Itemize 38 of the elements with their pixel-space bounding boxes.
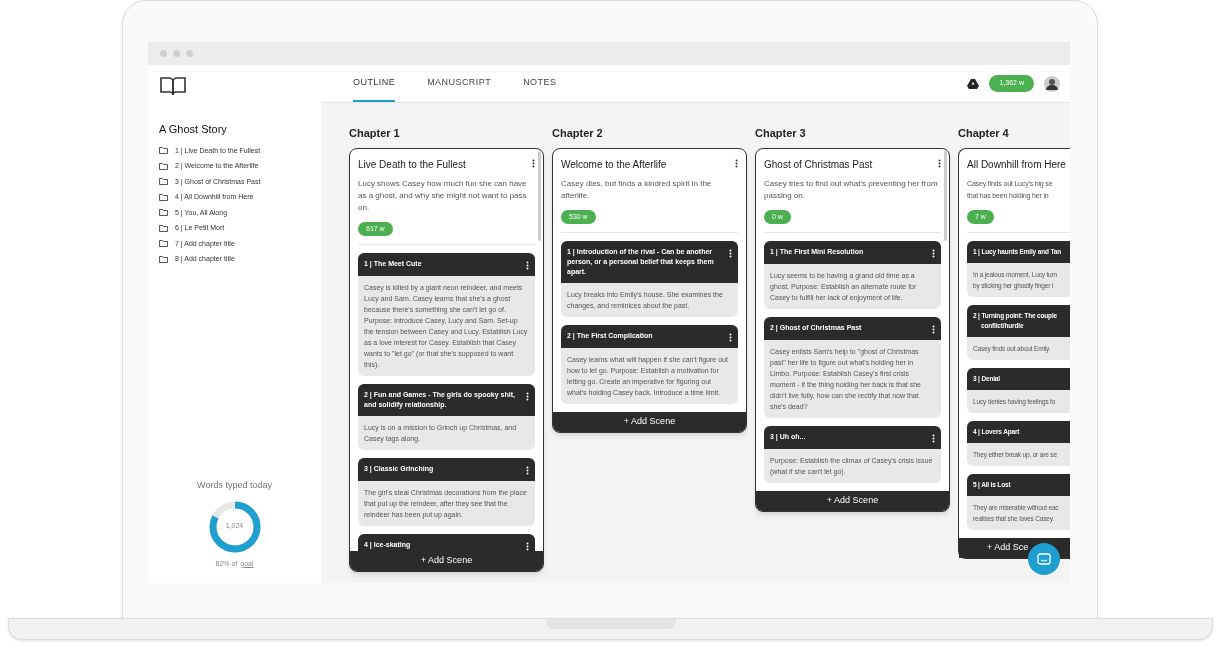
chat-button[interactable] <box>1028 543 1060 575</box>
chapter-heading: Chapter 2 <box>552 126 604 141</box>
chapter-title: Live Death to the Fullest <box>358 157 466 172</box>
book-icon <box>159 75 187 97</box>
more-icon[interactable] <box>932 325 935 334</box>
scrollbar[interactable] <box>538 150 541 241</box>
tab[interactable]: NOTES <box>523 65 557 102</box>
more-icon[interactable] <box>932 249 935 258</box>
tab[interactable]: MANUSCRIPT <box>427 65 492 102</box>
more-icon[interactable] <box>526 466 529 475</box>
scrollbar[interactable] <box>944 150 947 241</box>
more-icon[interactable] <box>735 158 738 168</box>
add-scene-button[interactable]: + Add Scene <box>350 550 543 571</box>
more-icon[interactable] <box>729 249 732 258</box>
chapter-summary: Casey dies, but finds a kindred spirit in the afterlife. <box>561 177 713 202</box>
more-icon[interactable] <box>932 434 935 443</box>
add-scene-button[interactable]: + Add Scene <box>756 491 949 511</box>
drive-icon[interactable] <box>967 78 980 89</box>
chapter-title: Ghost of Christmas Past <box>764 157 873 172</box>
words-today-label: Words typed today <box>197 479 272 492</box>
tab[interactable]: OUTLINE <box>353 65 396 102</box>
chat-icon <box>1037 552 1051 566</box>
more-icon[interactable] <box>729 333 732 342</box>
chapter-summary: Casey tries to find out what's preventing her from passing on. <box>764 177 939 202</box>
more-icon[interactable] <box>526 392 529 401</box>
chapter-heading: Chapter 3 <box>755 126 807 141</box>
avatar[interactable] <box>1044 75 1060 92</box>
more-icon[interactable] <box>532 158 535 168</box>
project-title: A Ghost Story <box>159 122 228 137</box>
chapter-title: Welcome to the Afterlife <box>561 157 667 172</box>
more-icon[interactable] <box>938 158 941 168</box>
chapter-heading: Chapter 4 <box>958 126 1010 141</box>
chapter-heading: Chapter 1 <box>349 126 401 141</box>
chapter-title: All Downhill from Here <box>967 157 1067 172</box>
more-icon[interactable] <box>526 542 529 551</box>
chapter-summary: Lucy shows Casey how much fun she can have as a ghost, and why she might not want to pass on. <box>358 177 528 214</box>
add-scene-button[interactable]: + Add Scene <box>553 412 746 432</box>
more-icon[interactable] <box>526 261 529 270</box>
